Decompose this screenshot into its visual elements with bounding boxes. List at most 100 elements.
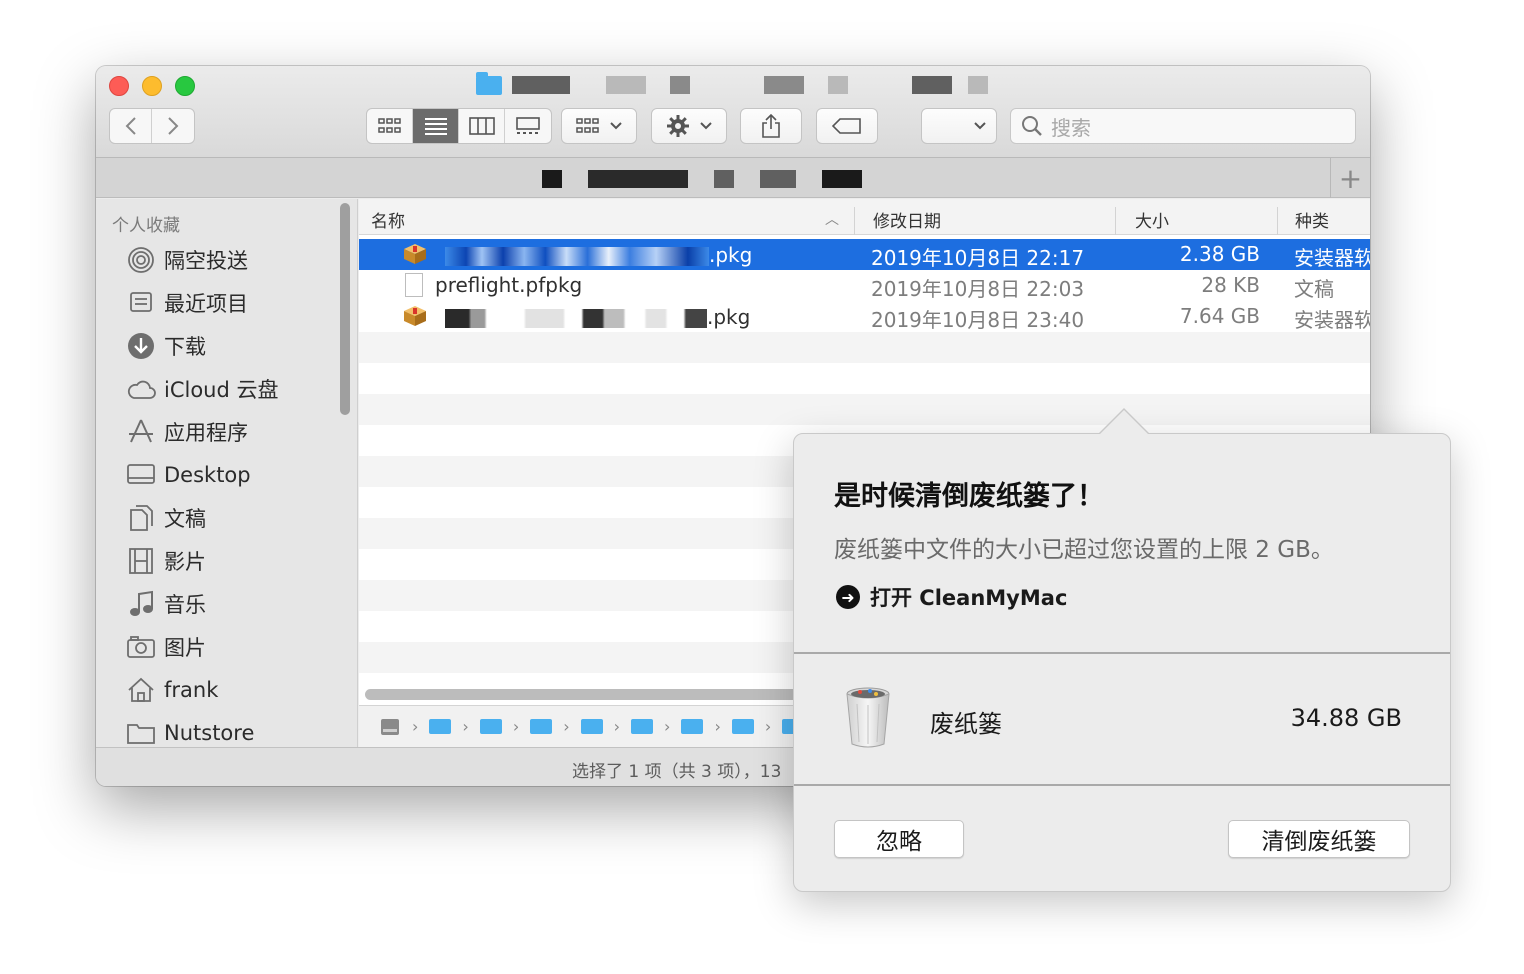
package-icon bbox=[404, 244, 426, 264]
group-by-button[interactable] bbox=[561, 108, 637, 144]
redacted-text bbox=[714, 170, 734, 188]
ignore-button[interactable]: 忽略 bbox=[834, 820, 964, 858]
cloud-icon bbox=[126, 374, 156, 404]
share-button[interactable] bbox=[740, 108, 802, 144]
airdrop-icon bbox=[126, 245, 156, 275]
sidebar-item-label: 应用程序 bbox=[164, 421, 248, 445]
divider bbox=[794, 784, 1450, 786]
sidebar-item-recents[interactable]: 最近项目 bbox=[126, 286, 248, 320]
redacted-text bbox=[822, 170, 862, 188]
redacted-title bbox=[828, 76, 848, 94]
search-field[interactable]: 搜索 bbox=[1010, 108, 1356, 144]
folder-icon[interactable] bbox=[580, 719, 603, 734]
grid-icon bbox=[377, 118, 401, 133]
sidebar-item-pictures[interactable]: 图片 bbox=[126, 630, 206, 664]
open-cleanmymac-link[interactable]: ➜ 打开 CleanMyMac bbox=[836, 582, 1067, 612]
redacted-title bbox=[670, 76, 690, 94]
sidebar-item-label: 隔空投送 bbox=[164, 249, 248, 273]
view-mode-control bbox=[366, 108, 552, 144]
sidebar-item-label: 最近项目 bbox=[164, 292, 248, 316]
close-button[interactable] bbox=[109, 76, 129, 96]
forward-button[interactable] bbox=[152, 109, 194, 143]
minimize-button[interactable] bbox=[142, 76, 162, 96]
status-text: 选择了 1 项（共 3 项），13 bbox=[572, 762, 782, 782]
file-kind: 文稿 bbox=[1294, 277, 1334, 301]
redacted-title bbox=[764, 76, 804, 94]
column-divider[interactable] bbox=[854, 207, 855, 235]
desktop-icon bbox=[126, 460, 156, 490]
zoom-button[interactable] bbox=[175, 76, 195, 96]
redacted-text bbox=[760, 170, 796, 188]
folder-icon[interactable] bbox=[681, 719, 704, 734]
column-divider[interactable] bbox=[1277, 207, 1278, 235]
file-row[interactable]: .pkg 2019年10月8日 22:17 2.38 GB 安装器软 bbox=[359, 239, 1370, 270]
empty-row bbox=[359, 332, 1370, 363]
folder-icon[interactable] bbox=[530, 719, 553, 734]
sidebar-item-music[interactable]: 音乐 bbox=[126, 587, 206, 621]
sidebar-item-applications[interactable]: 应用程序 bbox=[126, 415, 248, 449]
chevron-down-icon bbox=[700, 122, 712, 130]
redacted-text bbox=[588, 170, 688, 188]
chevron-down-icon bbox=[974, 122, 986, 130]
file-kind: 安装器软 bbox=[1294, 246, 1370, 270]
sidebar-item-nutstore[interactable]: Nutstore bbox=[126, 716, 254, 750]
chevron-right-icon bbox=[168, 117, 179, 135]
empty-row bbox=[359, 394, 1370, 425]
folder-icon[interactable] bbox=[479, 719, 502, 734]
chevron-down-icon bbox=[610, 122, 622, 130]
sort-ascending-icon: ︿ bbox=[825, 212, 839, 228]
column-divider[interactable] bbox=[1115, 207, 1116, 235]
dropdown-button[interactable] bbox=[921, 108, 997, 144]
chevron-right-icon: › bbox=[412, 717, 419, 736]
list-header: 名称 ︿ 修改日期 大小 种类 bbox=[359, 199, 1370, 235]
movies-icon bbox=[126, 546, 156, 576]
alert-description: 废纸篓中文件的大小已超过您设置的上限 2 GB。 bbox=[834, 537, 1334, 563]
file-date: 2019年10月8日 23:40 bbox=[871, 308, 1085, 332]
sidebar-item-home[interactable]: frank bbox=[126, 673, 218, 707]
file-name: .pkg bbox=[445, 305, 750, 329]
sidebar-item-downloads[interactable]: 下载 bbox=[126, 329, 206, 363]
column-header-date[interactable]: 修改日期 bbox=[873, 207, 941, 232]
sidebar-item-airdrop[interactable]: 隔空投送 bbox=[126, 243, 248, 277]
column-header-name[interactable]: 名称 bbox=[371, 207, 405, 232]
file-size: 28 KB bbox=[1201, 273, 1260, 297]
nav-buttons bbox=[109, 108, 195, 144]
list-view-button[interactable] bbox=[413, 109, 459, 143]
column-header-kind[interactable]: 种类 bbox=[1295, 207, 1329, 232]
file-date: 2019年10月8日 22:03 bbox=[871, 277, 1085, 301]
tag-button[interactable] bbox=[816, 108, 878, 144]
chevron-right-icon: › bbox=[664, 717, 671, 736]
folder-icon[interactable] bbox=[731, 719, 754, 734]
divider bbox=[794, 652, 1450, 654]
sidebar-item-label: 音乐 bbox=[164, 593, 206, 617]
sidebar-item-icloud[interactable]: iCloud 云盘 bbox=[126, 372, 279, 406]
gallery-icon bbox=[516, 117, 540, 134]
file-name-suffix: .pkg bbox=[707, 305, 751, 329]
gallery-view-button[interactable] bbox=[505, 109, 551, 143]
file-row[interactable]: .pkg 2019年10月8日 23:40 7.64 GB 安装器软 bbox=[359, 301, 1370, 332]
column-header-size[interactable]: 大小 bbox=[1135, 207, 1169, 232]
sidebar-item-movies[interactable]: 影片 bbox=[126, 544, 206, 578]
hard-drive-icon[interactable] bbox=[379, 717, 401, 737]
column-view-button[interactable] bbox=[459, 109, 505, 143]
sidebar-scrollbar[interactable] bbox=[340, 203, 350, 415]
trash-alert-popover: 是时候清倒废纸篓了！ 废纸篓中文件的大小已超过您设置的上限 2 GB。 ➜ 打开… bbox=[793, 408, 1451, 892]
file-row[interactable]: preflight.pfpkg 2019年10月8日 22:03 28 KB 文… bbox=[359, 270, 1370, 301]
sidebar-item-documents[interactable]: 文稿 bbox=[126, 501, 206, 535]
redacted-title bbox=[606, 76, 646, 94]
folder-icon[interactable] bbox=[631, 719, 654, 734]
empty-trash-button[interactable]: 清倒废纸篓 bbox=[1228, 820, 1410, 858]
folder-icon[interactable] bbox=[429, 719, 452, 734]
download-icon bbox=[126, 331, 156, 361]
gear-icon bbox=[667, 115, 689, 137]
icon-view-button[interactable] bbox=[367, 109, 413, 143]
new-tab-button[interactable]: + bbox=[1330, 158, 1370, 198]
back-button[interactable] bbox=[110, 109, 152, 143]
applications-icon bbox=[126, 417, 156, 447]
chevron-right-icon: › bbox=[563, 717, 570, 736]
sidebar-section-title: 个人收藏 bbox=[112, 216, 180, 236]
sidebar-item-desktop[interactable]: Desktop bbox=[126, 458, 251, 492]
sidebar-item-label: 影片 bbox=[164, 550, 206, 574]
action-menu-button[interactable] bbox=[651, 108, 727, 144]
title-bar: 搜索 bbox=[96, 66, 1370, 158]
